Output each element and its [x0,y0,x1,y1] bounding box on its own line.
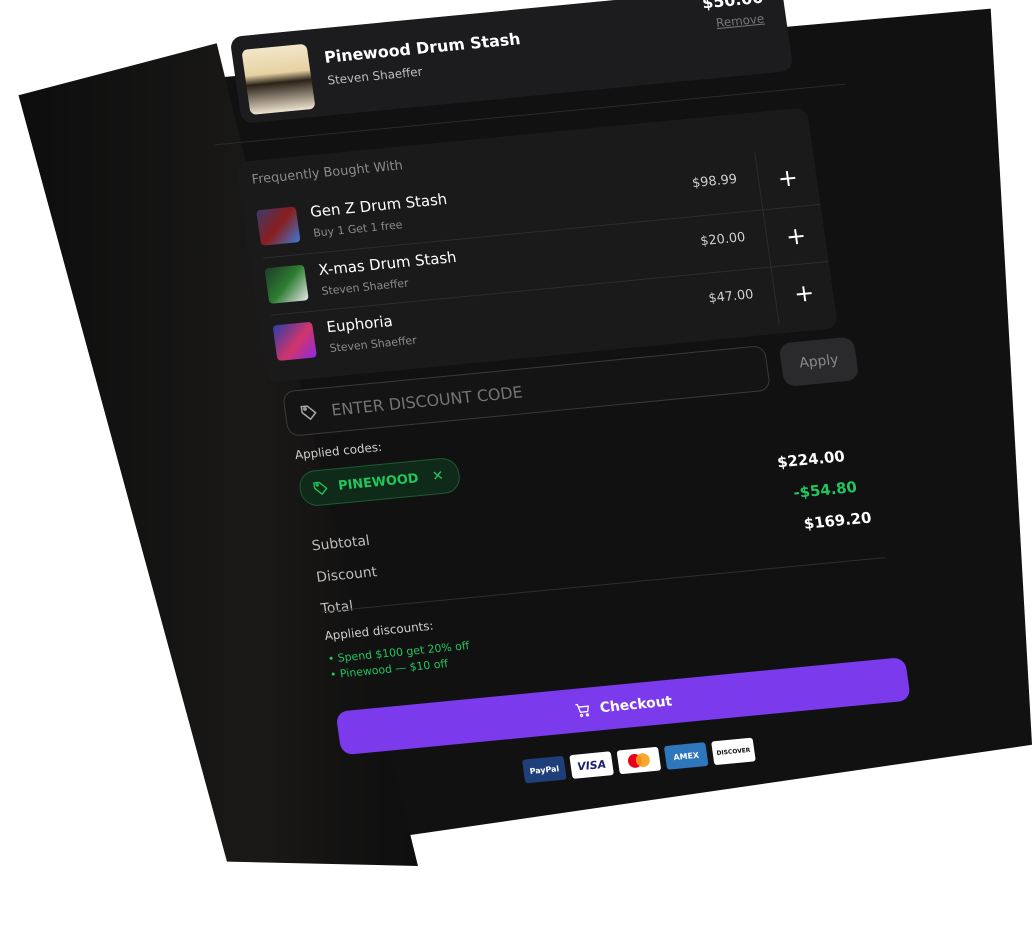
product-subtitle: Buy 1 Get 1 free [312,218,404,240]
product-name: X-mas Drum Stash [317,248,458,280]
payment-methods: PayPal VISA AMEX DISCOVER [521,737,756,784]
product-name: Gen Z Drum Stash [309,190,449,221]
mastercard-logo [628,753,650,768]
product-name: Euphoria [325,312,394,337]
divider [321,557,885,613]
subtotal-value: $224.00 [776,447,846,472]
subtotal-label: Subtotal [310,532,371,555]
mastercard-icon [616,746,662,775]
add-button[interactable]: + [754,146,821,210]
section-heading: Frequently Bought With [250,158,404,188]
product-thumbnail [264,264,309,304]
applied-code-chip: PINEWOOD ✕ [297,456,462,508]
product-thumbnail [241,43,316,115]
tag-icon [300,405,317,421]
cart-screen: Pinewood Drum Stash Steven Shaeffer $50.… [200,0,1032,946]
total-value: $169.20 [802,508,873,533]
tag-icon [313,481,328,496]
product-subtitle: Steven Shaeffer [328,333,418,355]
checkout-label: Checkout [598,693,674,717]
product-thumbnail [256,206,301,246]
product-thumbnail [272,321,317,362]
cart-item: Pinewood Drum Stash Steven Shaeffer $50.… [229,0,794,124]
product-price: $47.00 [707,287,755,307]
applied-discounts-heading: Applied discounts: [323,618,435,643]
cart-panel: Pinewood Drum Stash Steven Shaeffer $50.… [200,0,1016,927]
add-button[interactable]: + [770,261,837,325]
amex-icon: AMEX [663,742,709,770]
paypal-icon: PayPal [521,755,567,784]
cart-icon [575,703,590,718]
add-button[interactable]: + [762,204,829,268]
applied-codes-label: Applied codes: [293,439,383,463]
apply-button[interactable]: Apply [778,336,860,388]
remove-link[interactable]: Remove [715,12,765,30]
discover-icon: DISCOVER [711,737,756,766]
product-price: $50.00 [700,0,765,13]
discount-value: -$54.80 [792,478,858,502]
product-title: Pinewood Drum Stash [322,29,522,67]
visa-icon: VISA [569,751,614,779]
discount-label: Discount [315,564,379,586]
product-artist: Steven Shaeffer [326,64,424,88]
product-price: $98.99 [691,172,739,192]
product-price: $20.00 [699,230,747,250]
product-subtitle: Steven Shaeffer [320,276,410,298]
remove-code-icon[interactable]: ✕ [431,468,445,485]
applied-code-text: PINEWOOD [337,470,420,494]
frequently-bought-section: Frequently Bought With Gen Z Drum Stash … [235,107,839,384]
